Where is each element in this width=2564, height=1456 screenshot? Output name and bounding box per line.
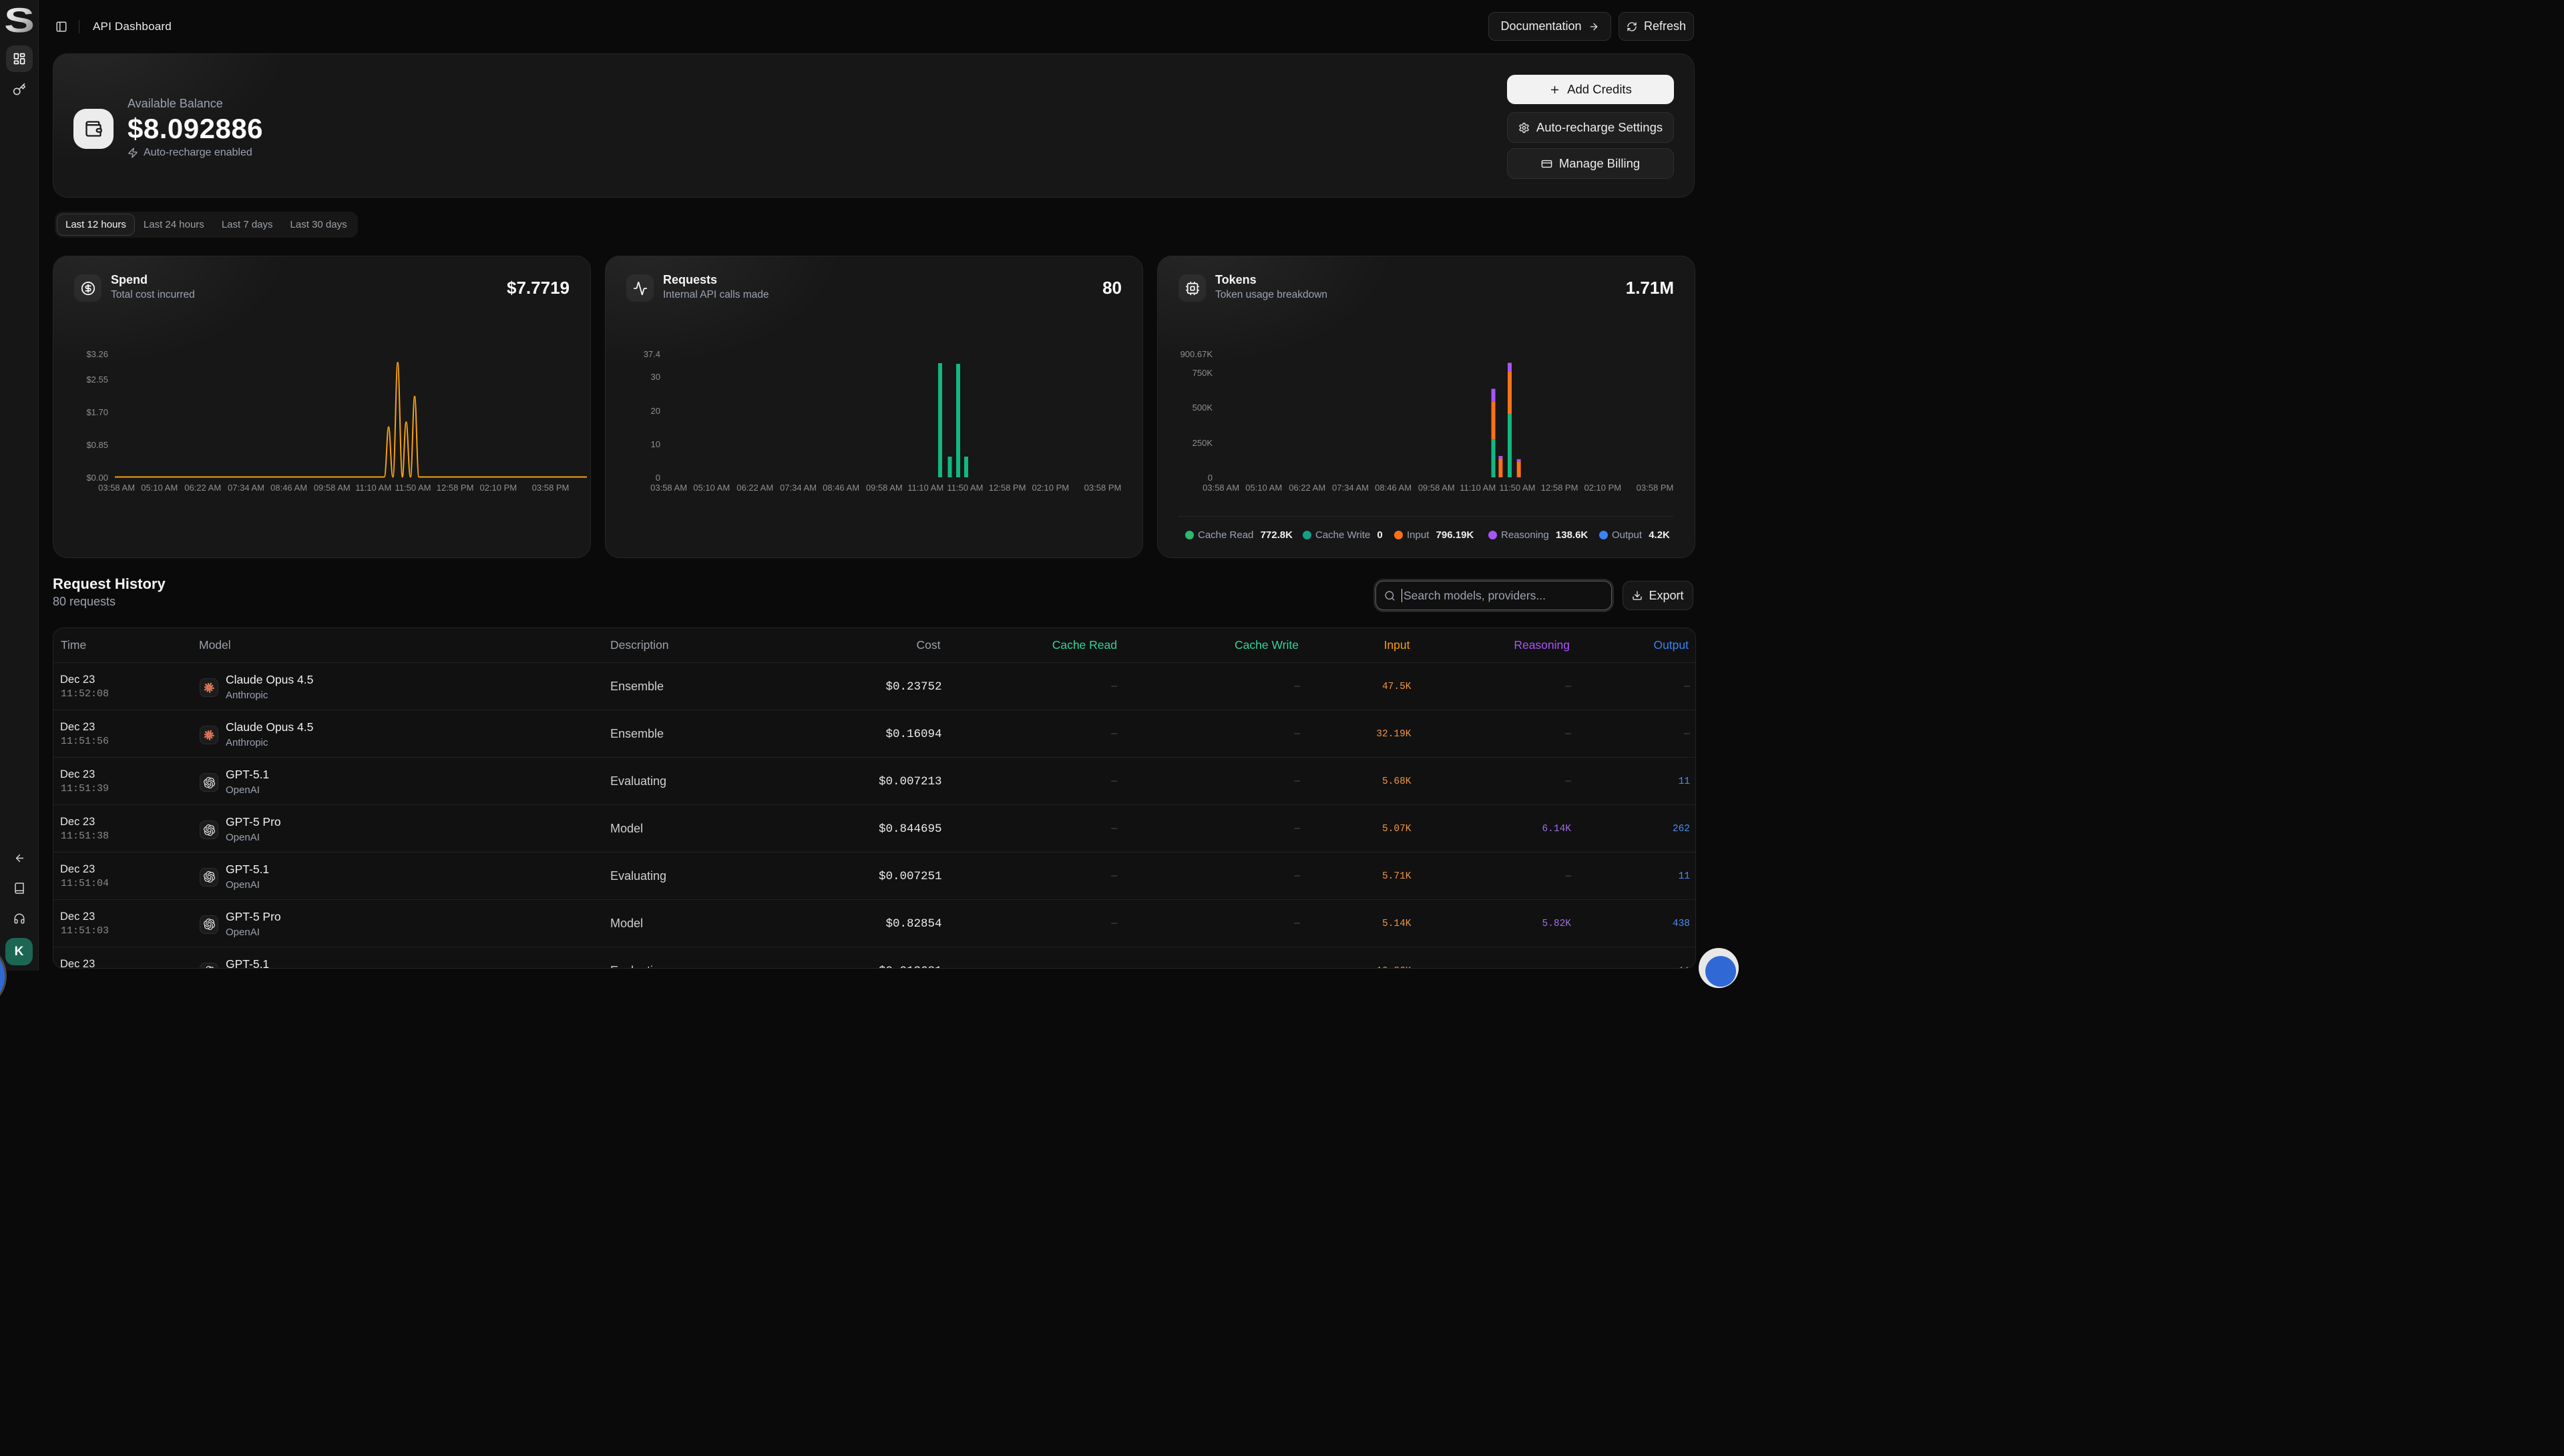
svg-text:S: S <box>5 7 33 33</box>
